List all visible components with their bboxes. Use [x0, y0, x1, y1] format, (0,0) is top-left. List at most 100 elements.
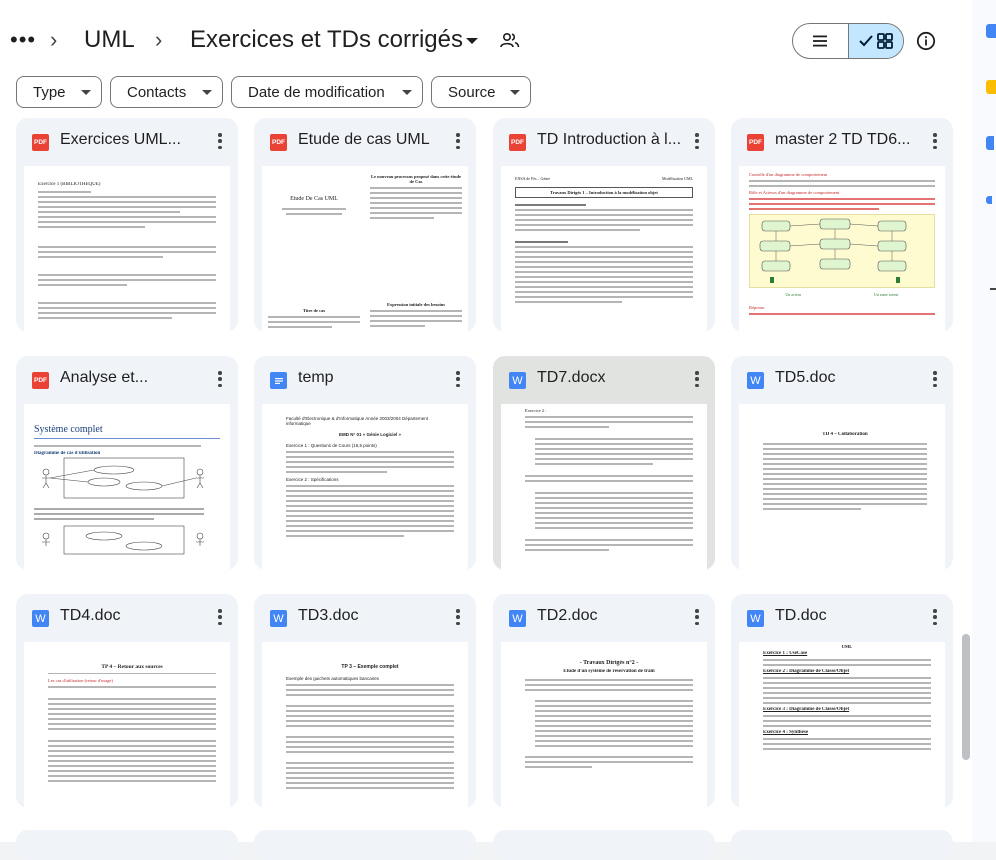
- dropdown-arrow-icon: [402, 89, 412, 95]
- preview-heading: Système complet: [34, 424, 103, 435]
- preview-heading-2: Exercice 1 : Questions de Cours (16,5 po…: [286, 443, 377, 448]
- file-card[interactable]: PDF Analyse et... Système complet Diagra…: [16, 356, 238, 570]
- preview-diagram-image: [749, 214, 935, 288]
- file-preview-thumbnail: Faculté d'Electronique & d'Informatique …: [262, 404, 468, 570]
- filter-contacts-chip[interactable]: Contacts: [110, 76, 223, 108]
- file-preview-thumbnail: Système complet Diagramme de cas d'utili…: [24, 404, 230, 570]
- file-title: Etude de cas UML: [298, 131, 430, 148]
- word-file-icon: W: [509, 372, 526, 389]
- file-preview-thumbnail: Etude De Cas UML Le nouveau processus pr…: [262, 166, 468, 332]
- preview-subheading: Rôle et Acteurs d'un diagramme de compor…: [749, 190, 840, 195]
- more-actions-icon[interactable]: [212, 368, 228, 390]
- preview-heading: UML: [841, 644, 853, 649]
- preview-footer: Réponse: [749, 305, 765, 310]
- keep-addon-icon[interactable]: [986, 80, 996, 94]
- file-preview-thumbnail: TD 4 – Collaboration: [739, 404, 945, 570]
- file-title: temp: [298, 369, 334, 386]
- more-actions-icon[interactable]: [450, 368, 466, 390]
- dropdown-arrow-icon: [81, 89, 91, 95]
- more-actions-icon[interactable]: [927, 130, 943, 152]
- side-panel-strip: [972, 0, 996, 842]
- file-card[interactable]: PDF Exercices UML... Exercice 1 (BIBLIOT…: [16, 118, 238, 332]
- more-actions-icon[interactable]: [927, 368, 943, 390]
- preview-subheading: Exemple des guichets automatiques bancai…: [286, 676, 380, 681]
- file-card[interactable]: PDF TD Introduction à l... ENSA de Fès –…: [493, 118, 715, 332]
- contacts-addon-icon[interactable]: [986, 196, 992, 204]
- file-card-partial[interactable]: [16, 830, 238, 860]
- folder-header: ••• › UML › Exercices et TDs corrigés: [0, 0, 972, 76]
- pdf-file-icon: PDF: [747, 134, 764, 151]
- file-title: TD Introduction à l...: [537, 131, 682, 148]
- file-title: master 2 TD TD6...: [775, 131, 911, 148]
- preview-heading-3: Exercice 3 : Diagramme de Classe/Objet: [763, 707, 850, 712]
- info-icon[interactable]: [914, 29, 938, 53]
- more-actions-icon[interactable]: [450, 606, 466, 628]
- file-card[interactable]: temp Faculté d'Electronique & d'Informat…: [254, 356, 476, 570]
- filter-date-chip[interactable]: Date de modification: [231, 76, 423, 108]
- filter-label: Source: [448, 83, 496, 101]
- breadcrumb-separator-icon: ›: [155, 27, 163, 52]
- grid-view-button[interactable]: [847, 24, 903, 58]
- vertical-scrollbar-thumb[interactable]: [962, 634, 970, 760]
- preview-heading: Travaux Dirigés 1 – Introduction à la mo…: [515, 187, 693, 198]
- preview-subheading: EMD N° 01 « Génie Logiciel »: [338, 432, 402, 437]
- filter-label: Date de modification: [248, 83, 385, 101]
- file-card[interactable]: PDF Etude de cas UML Etude De Cas UML Le…: [254, 118, 476, 332]
- preview-label-actor-2: Un autre acteur: [873, 292, 899, 297]
- more-actions-icon[interactable]: [689, 368, 705, 390]
- more-actions-icon[interactable]: [689, 130, 705, 152]
- word-file-icon: W: [747, 372, 764, 389]
- file-card[interactable]: W TD.doc UML Exercice 1 : UseCase Exerci…: [731, 594, 953, 808]
- preview-heading: Etude De Cas UML: [290, 196, 338, 202]
- file-title: TD4.doc: [60, 607, 121, 624]
- preview-heading: TP 3 – Exemple complet: [341, 664, 399, 670]
- preview-heading: - Travaux Dirigés n°2 -: [579, 660, 639, 666]
- more-actions-icon[interactable]: [212, 130, 228, 152]
- file-card-partial[interactable]: [254, 830, 476, 860]
- breadcrumb-current-folder[interactable]: Exercices et TDs corrigés: [190, 22, 463, 58]
- file-card-selected[interactable]: W TD7.docx Exercice 2 :: [493, 356, 715, 570]
- file-card[interactable]: W TD5.doc TD 4 – Collaboration: [731, 356, 953, 570]
- calendar-addon-icon[interactable]: [986, 24, 996, 38]
- more-actions-icon[interactable]: [450, 130, 466, 152]
- tasks-addon-icon[interactable]: [986, 136, 994, 150]
- more-actions-icon[interactable]: [927, 606, 943, 628]
- pdf-file-icon: PDF: [32, 372, 49, 389]
- filter-label: Type: [33, 83, 66, 101]
- more-actions-icon[interactable]: [212, 606, 228, 628]
- file-card[interactable]: W TD3.doc TP 3 – Exemple complet Exemple…: [254, 594, 476, 808]
- file-title: TD5.doc: [775, 369, 836, 386]
- preview-subheading: Étude d'un système de réservation de tra…: [563, 669, 655, 674]
- file-card[interactable]: W TD2.doc - Travaux Dirigés n°2 - Étude …: [493, 594, 715, 808]
- file-card[interactable]: W TD4.doc TP 4 – Retour aux sources Les …: [16, 594, 238, 808]
- drive-main-panel: ••• › UML › Exercices et TDs corrigés Ty…: [0, 0, 972, 860]
- preview-label-actor-1: Un acteur: [785, 292, 802, 297]
- folder-options-caret-icon[interactable]: [462, 32, 482, 50]
- people-icon[interactable]: [497, 28, 523, 54]
- list-view-icon: [813, 35, 828, 47]
- breadcrumb-parent-folder[interactable]: UML: [84, 22, 135, 58]
- breadcrumb-more-button[interactable]: •••: [10, 22, 36, 58]
- add-addon-icon[interactable]: [990, 288, 996, 290]
- list-view-button[interactable]: [793, 24, 848, 58]
- preview-heading: Exercice 2 :: [525, 408, 547, 413]
- preview-usecase-diagram: [34, 457, 204, 555]
- file-preview-thumbnail: Exercice 2 :: [501, 404, 707, 570]
- file-card[interactable]: PDF master 2 TD TD6... Contrôle d'un dia…: [731, 118, 953, 332]
- more-actions-icon[interactable]: [689, 606, 705, 628]
- view-toggle: [792, 23, 904, 59]
- file-preview-thumbnail: - Travaux Dirigés n°2 - Étude d'un systè…: [501, 642, 707, 808]
- preview-heading: Exercice 1 (BIBLIOTHEQUE): [38, 182, 101, 187]
- file-card-partial[interactable]: [731, 830, 953, 860]
- preview-subheading: Le nouveau processus proposé dans cette …: [370, 174, 462, 184]
- filter-type-chip[interactable]: Type: [16, 76, 102, 108]
- filter-source-chip[interactable]: Source: [431, 76, 531, 108]
- preview-heading-2: Titre de cas: [302, 308, 326, 313]
- preview-subheading: Exercice 1 : UseCase: [763, 651, 808, 656]
- word-file-icon: W: [509, 610, 526, 627]
- pdf-file-icon: PDF: [509, 134, 526, 151]
- preview-heading-2: Exercice 2 : Diagramme de Classe/Objet: [763, 669, 850, 674]
- file-preview-thumbnail: TP 3 – Exemple complet Exemple des guich…: [262, 642, 468, 808]
- file-preview-thumbnail: Contrôle d'un diagramme de comportement …: [739, 166, 945, 332]
- file-card-partial[interactable]: [493, 830, 715, 860]
